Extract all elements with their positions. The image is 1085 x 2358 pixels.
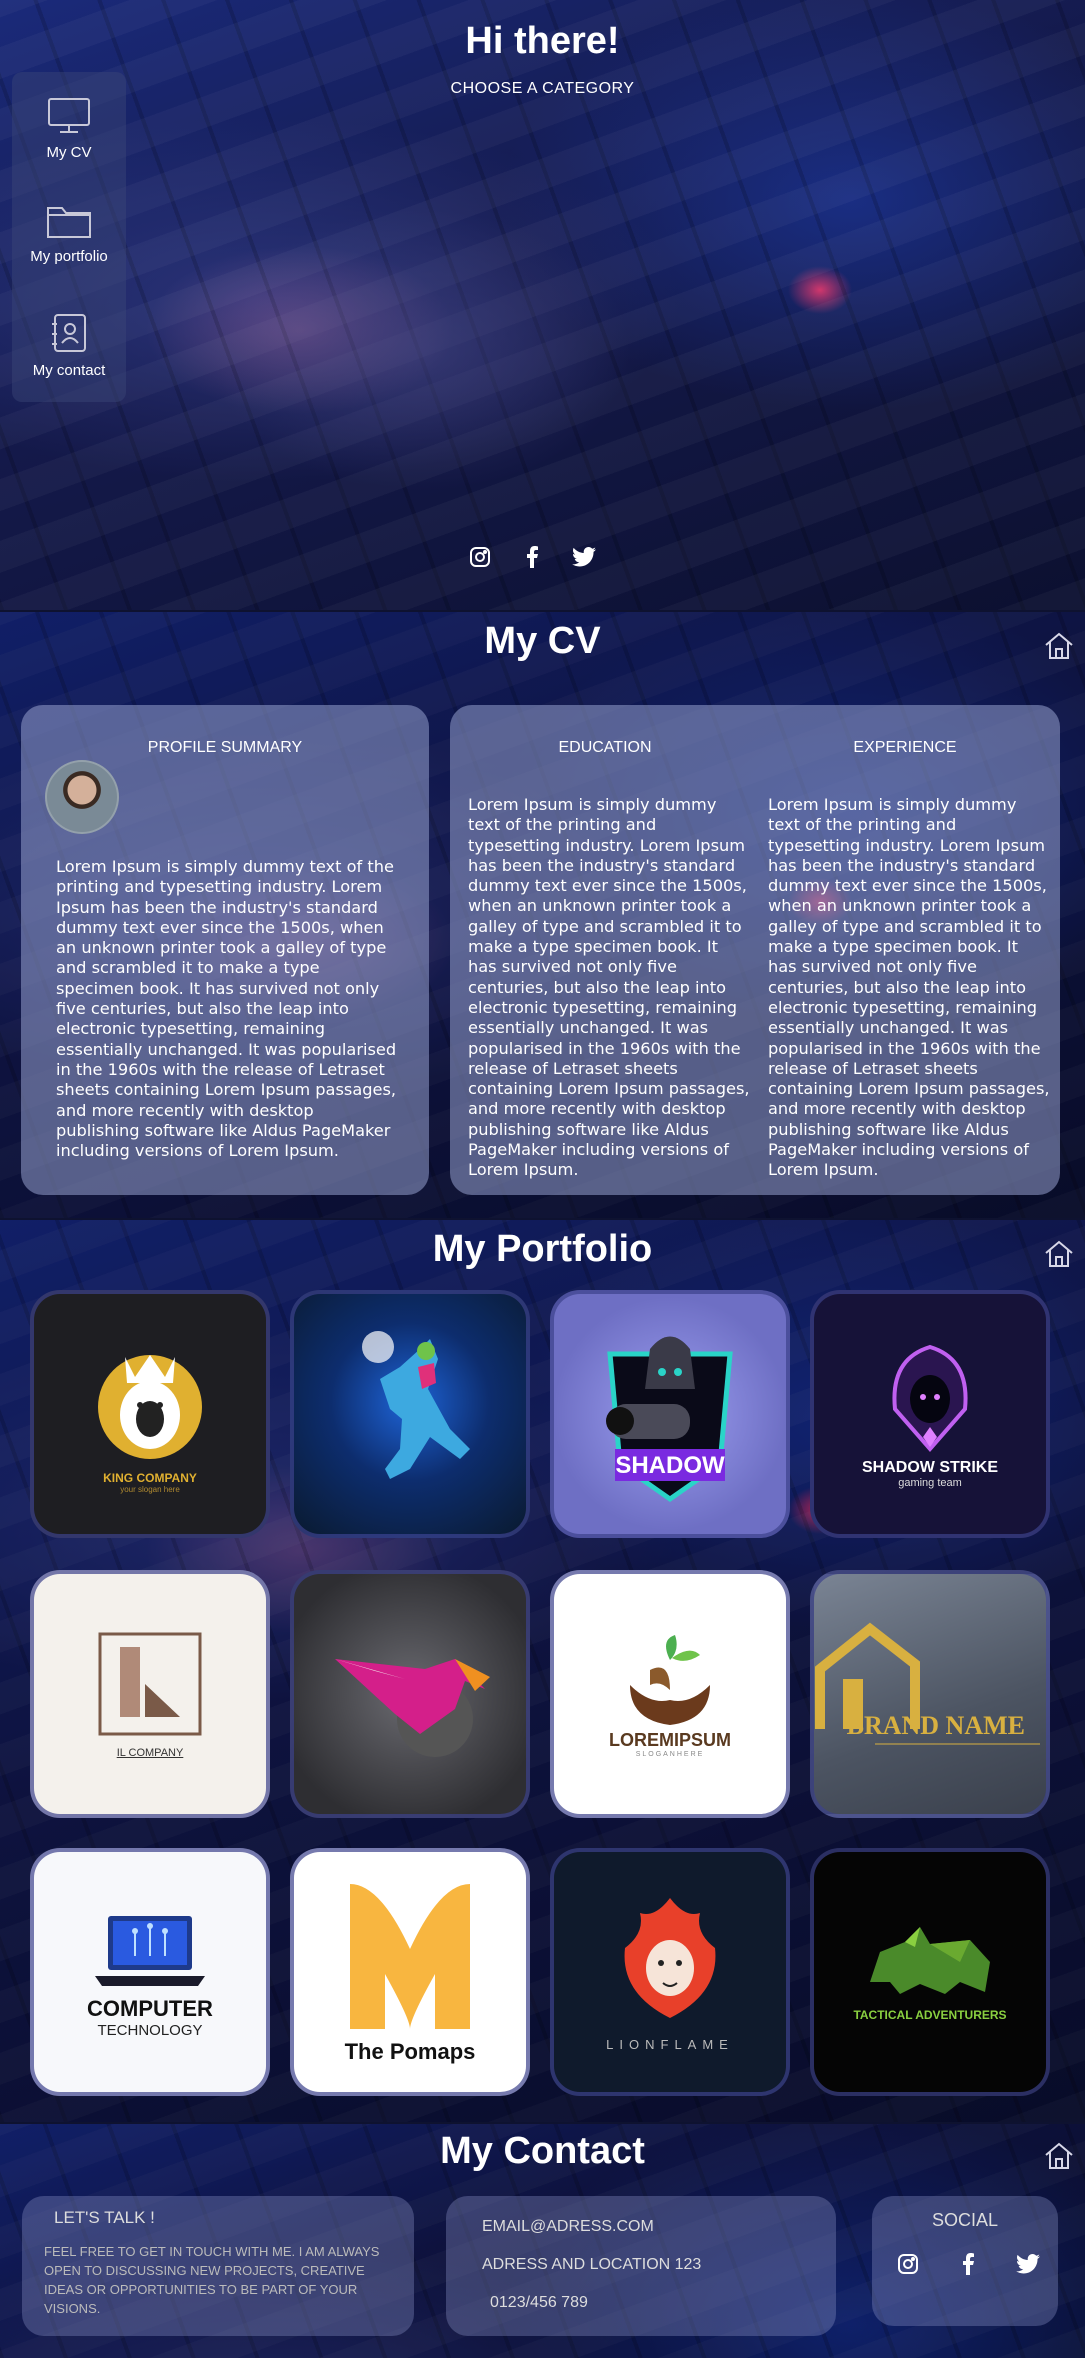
- cv-section: My CV PROFILE SUMMARY Lorem Ipsum is sim…: [0, 612, 1085, 1218]
- portfolio-section: My Portfolio KING COMPANY your slogan he…: [0, 1220, 1085, 2122]
- hero-section: Hi there! CHOOSE A CATEGORY My CV My por…: [0, 0, 1085, 610]
- lion-crown-logo: [98, 1354, 202, 1459]
- gold-house-logo: BRAND NAME: [815, 1622, 1040, 1745]
- cv-title: My CV: [484, 620, 601, 662]
- menu-item-portfolio[interactable]: My portfolio: [12, 200, 126, 265]
- bird-logo: [335, 1659, 490, 1757]
- menu-item-contact-label: My contact: [32, 362, 106, 379]
- category-menu: My CV My portfolio My contact: [12, 72, 126, 402]
- portfolio-tile-shadow-strike[interactable]: SHADOW STRIKE gaming team: [810, 1290, 1050, 1538]
- social-heading: SOCIAL: [931, 2210, 999, 2230]
- portfolio-tile-computer-technology[interactable]: COMPUTER TECHNOLOGY: [30, 1848, 270, 2096]
- avatar: [45, 760, 119, 834]
- m-shape-logo: [350, 1884, 470, 2029]
- twitter-icon[interactable]: [1016, 2252, 1040, 2276]
- social-card: SOCIAL: [872, 2196, 1058, 2326]
- address-text: ADRESS AND LOCATION 123: [482, 2256, 702, 2273]
- contact-book-icon: [52, 314, 86, 352]
- contact-social-links: [896, 2252, 1040, 2276]
- tile-subcaption: TECHNOLOGY: [97, 2021, 203, 2039]
- education-text: Lorem Ipsum is simply dummy text of the …: [468, 795, 750, 1180]
- portfolio-tile-loremipsum[interactable]: LOREMIPSUM SLOGANHERE: [550, 1570, 790, 1818]
- lets-talk-card: LET'S TALK ! FEEL FREE TO GET IN TOUCH W…: [22, 2196, 414, 2336]
- tile-caption: LOREMIPSUM: [608, 1730, 731, 1750]
- profile-summary-heading: PROFILE SUMMARY: [147, 739, 303, 756]
- il-monogram-logo: [98, 1632, 202, 1736]
- lets-talk-text: FEEL FREE TO GET IN TOUCH WITH ME. I AM …: [44, 2244, 380, 2316]
- monitor-icon: [48, 98, 90, 133]
- portfolio-tile-the-pomaps[interactable]: The Pomaps: [290, 1848, 530, 2096]
- hero-social-links: [468, 545, 596, 569]
- tile-subcaption: your slogan here: [120, 1484, 180, 1494]
- tile-caption: COMPUTER: [87, 1995, 213, 2021]
- laptop-circuit-logo: [95, 1915, 205, 1986]
- email-text[interactable]: EMAIL@ADRESS.COM: [482, 2218, 654, 2236]
- contact-title: My Contact: [440, 2130, 645, 2172]
- menu-item-contact[interactable]: My contact: [12, 312, 126, 379]
- twitter-icon[interactable]: [572, 545, 596, 569]
- tile-subcaption: SLOGANHERE: [635, 1751, 705, 1758]
- rhino-logo: [870, 1927, 990, 1994]
- folder-icon: [47, 207, 91, 238]
- portfolio-tile-il-company[interactable]: IL COMPANY: [30, 1570, 270, 1818]
- phone-text[interactable]: 0123/456 789: [490, 2294, 588, 2312]
- svg-text:SHADOW: SHADOW: [615, 1452, 725, 1479]
- facebook-icon[interactable]: [956, 2252, 980, 2276]
- svg-text:BRAND NAME: BRAND NAME: [847, 1711, 1025, 1740]
- hands-leaf-logo: [630, 1635, 710, 1725]
- contact-details-card: EMAIL@ADRESS.COM ADRESS AND LOCATION 123…: [446, 2196, 836, 2336]
- portfolio-tile-tactical-adventurers[interactable]: TACTICAL ADVENTURERS: [810, 1848, 1050, 2096]
- lets-talk-heading: LET'S TALK !: [54, 2208, 155, 2227]
- tile-caption: LIONFLAME: [606, 2036, 734, 2052]
- portfolio-title: My Portfolio: [432, 1228, 653, 1270]
- portfolio-tile-lionflame[interactable]: LIONFLAME: [550, 1848, 790, 2096]
- tile-subcaption: gaming team: [898, 1477, 962, 1489]
- portfolio-tile-bird[interactable]: [290, 1570, 530, 1818]
- tile-caption: SHADOW STRIKE: [862, 1459, 998, 1476]
- profile-summary-text: Lorem Ipsum is simply dummy text of the …: [56, 857, 397, 1161]
- education-heading: EDUCATION: [558, 739, 652, 756]
- hero-subtitle: CHOOSE A CATEGORY: [450, 80, 635, 97]
- menu-item-cv[interactable]: My CV: [12, 96, 126, 161]
- home-icon[interactable]: [1043, 1238, 1075, 1270]
- portfolio-tile-brand-name[interactable]: BRAND NAME: [810, 1570, 1050, 1818]
- experience-heading: EXPERIENCE: [853, 739, 957, 756]
- instagram-icon[interactable]: [468, 545, 492, 569]
- menu-item-cv-label: My CV: [46, 144, 92, 161]
- tile-caption: IL COMPANY: [116, 1747, 184, 1759]
- portfolio-tile-dancer[interactable]: [290, 1290, 530, 1538]
- dancer-illustration: [362, 1331, 470, 1479]
- home-icon[interactable]: [1043, 630, 1075, 662]
- instagram-icon[interactable]: [896, 2252, 920, 2276]
- education-experience-card: EDUCATION EXPERIENCE Lorem Ipsum is simp…: [450, 705, 1060, 1195]
- tile-caption: TACTICAL ADVENTURERS: [853, 2008, 1007, 2022]
- flame-lion-logo: [624, 1897, 716, 2018]
- profile-summary-card: PROFILE SUMMARY Lorem Ipsum is simply du…: [21, 705, 429, 1195]
- facebook-icon[interactable]: [520, 545, 544, 569]
- menu-item-portfolio-label: My portfolio: [30, 248, 108, 265]
- tile-caption: KING COMPANY: [103, 1470, 197, 1485]
- contact-section: My Contact LET'S TALK ! FEEL FREE TO GET…: [0, 2124, 1085, 2358]
- hero-title: Hi there!: [465, 20, 620, 62]
- portfolio-tile-king-company[interactable]: KING COMPANY your slogan here: [30, 1290, 270, 1538]
- experience-text: Lorem Ipsum is simply dummy text of the …: [768, 795, 1050, 1180]
- home-icon[interactable]: [1043, 2140, 1075, 2172]
- hooded-figure-logo: [892, 1344, 968, 1453]
- shadow-gamer-logo: SHADOW: [606, 1336, 733, 1503]
- tile-caption: The Pomaps: [344, 2039, 476, 2064]
- portfolio-tile-shadow[interactable]: SHADOW: [550, 1290, 790, 1538]
